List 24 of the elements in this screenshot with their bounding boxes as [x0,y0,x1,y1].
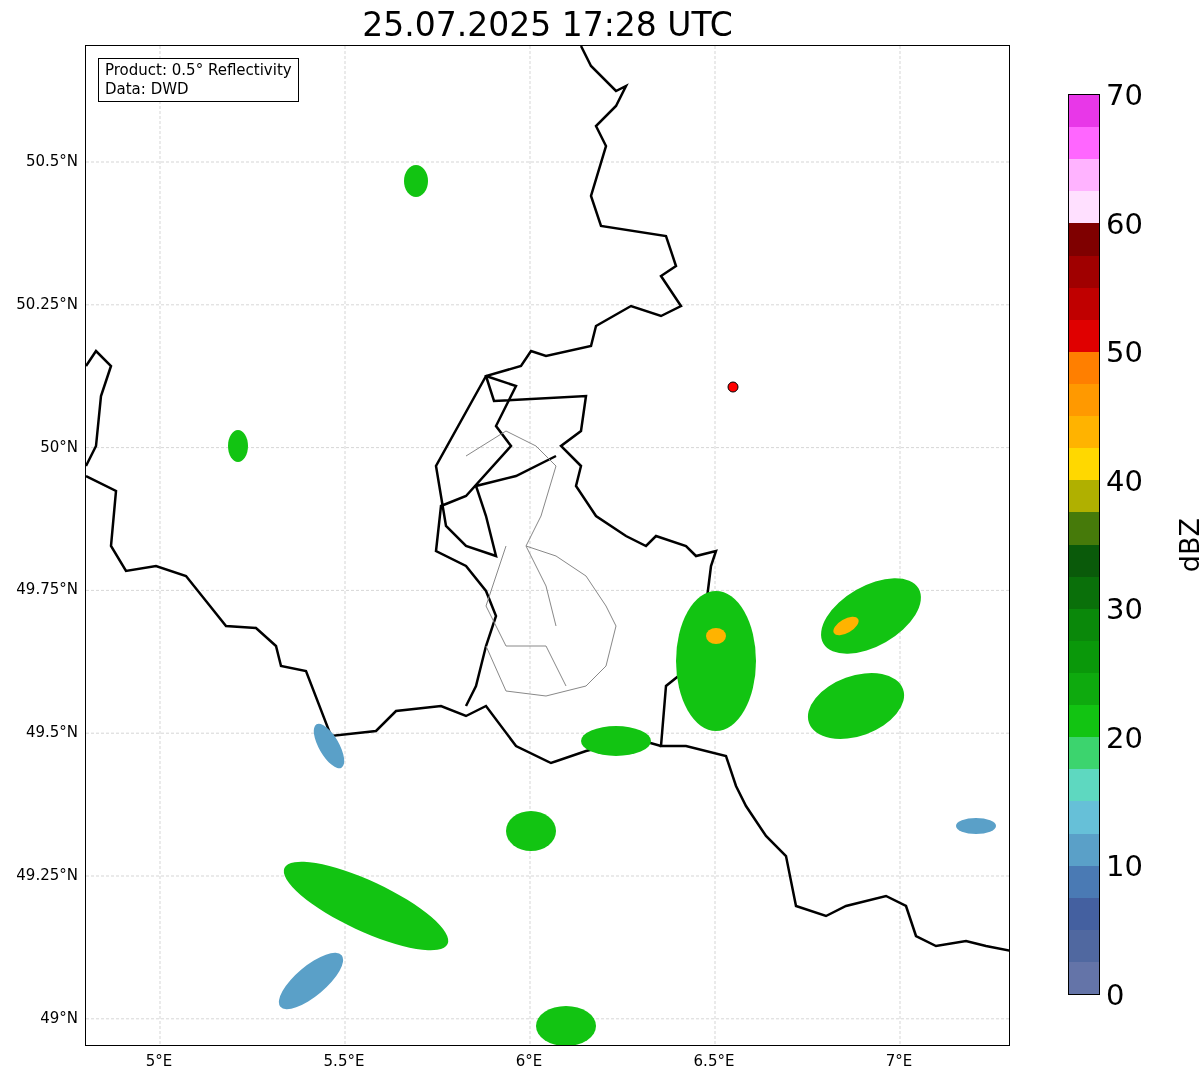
chart-title: 25.07.2025 17:28 UTC [361,8,734,45]
colorbar-tick-label: 70 [1106,80,1143,110]
axis-tick-label: 49.5°N [25,723,78,741]
axis-tick-label: 49°N [40,1009,78,1027]
colorbar-tick-label: 60 [1106,209,1143,239]
axis-tick-label: 50°N [40,438,78,455]
colorbar-tick-label: 30 [1106,594,1143,624]
axis-tick-label: 50.5°N [25,152,78,170]
axis-tick-label: 7°E [885,1051,913,1072]
axis-tick-label: 49.25°N [16,866,78,884]
axis-tick-label: 5°E [145,1051,173,1072]
colorbar-tick-label: 20 [1106,723,1143,753]
axis-tick-label: 49.75°N [16,581,78,598]
colorbar-tick-label: 10 [1106,851,1143,881]
legend-text: Product: 0.5° Reflectivity [105,61,292,80]
axis-tick-label: 50.25°N [16,295,78,313]
colorbar-label: dBZ [1173,518,1202,573]
axis-tick-label: 6°E [515,1051,543,1072]
axis-tick-label: 6.5°E [693,1051,735,1072]
colorbar-tick-label: 40 [1106,466,1143,496]
colorbar-tick-label: 0 [1106,980,1125,1010]
colorbar-tick-label: 50 [1106,337,1143,367]
axis-tick-label: 5.5°E [323,1051,365,1072]
legend-text: Data: DWD [105,79,190,99]
